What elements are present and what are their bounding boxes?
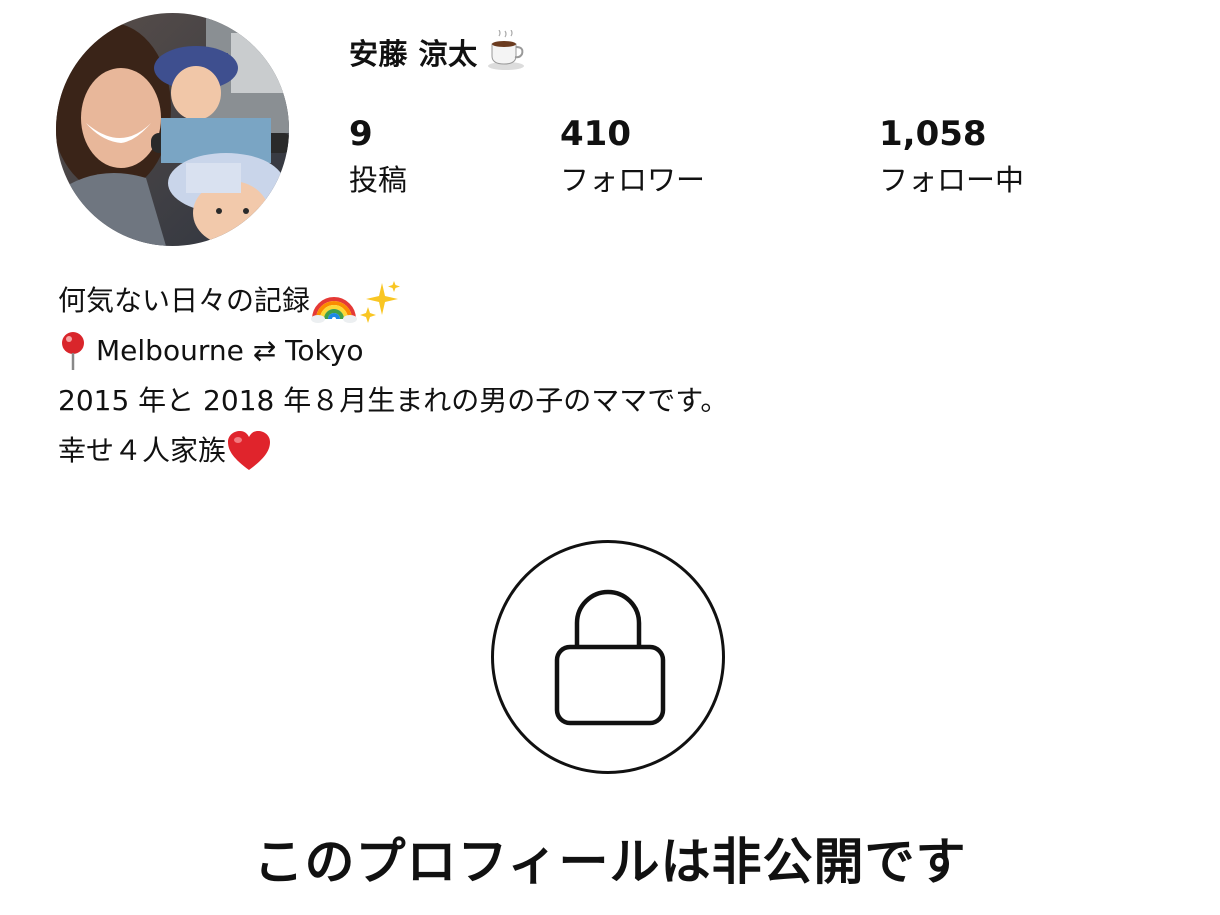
heart-icon xyxy=(228,431,271,470)
following-label: フォロー中 xyxy=(879,163,1025,197)
bio-line-2: Melbourne ⇄ Tokyo xyxy=(58,326,728,376)
bio-line-1-text: 何気ない日々の記録 xyxy=(58,284,311,317)
profile-username: 安藤 涼太 xyxy=(349,30,528,74)
coffee-icon xyxy=(487,30,524,70)
bio-line-1: 何気ない日々の記録 xyxy=(58,276,728,326)
bio-line-4-text: 幸せ４人家族 xyxy=(58,434,227,467)
stat-following[interactable]: 1,058 フォロー中 xyxy=(879,112,1024,200)
profile-avatar[interactable] xyxy=(56,13,289,246)
profile-bio: 何気ない日々の記録 Melbourne ⇄ Tokyo 2015 年と 2018… xyxy=(58,276,728,476)
followers-label: フォロワー xyxy=(560,163,706,197)
followers-count: 410 xyxy=(560,114,631,154)
bio-line-4: 幸せ４人家族 xyxy=(58,426,728,476)
posts-count: 9 xyxy=(349,114,373,154)
sparkles-icon xyxy=(360,281,401,323)
username-text: 安藤 涼太 xyxy=(349,37,478,71)
lock-icon xyxy=(554,589,666,726)
bio-line-3: 2015 年と 2018 年８月生まれの男の子のママです。 xyxy=(58,376,728,426)
posts-label: 投稿 xyxy=(349,163,408,197)
avatar-photo xyxy=(56,13,289,246)
bio-location: Melbourne ⇄ Tokyo xyxy=(96,334,364,367)
bio-line-3-text: 2015 年と 2018 年８月生まれの男の子のママです。 xyxy=(58,384,729,417)
rainbow-icon xyxy=(311,297,358,323)
private-lock-badge xyxy=(491,540,725,774)
stat-posts[interactable]: 9 投稿 xyxy=(349,112,407,200)
pin-icon xyxy=(62,332,84,370)
following-count: 1,058 xyxy=(879,114,987,154)
stat-followers[interactable]: 410 フォロワー xyxy=(560,112,705,200)
private-profile-message: このプロフィールは非公開です xyxy=(253,833,967,891)
profile-header: 安藤 涼太 9 投稿 410 フォロワー 1,058 フォロー中 xyxy=(0,0,1220,250)
